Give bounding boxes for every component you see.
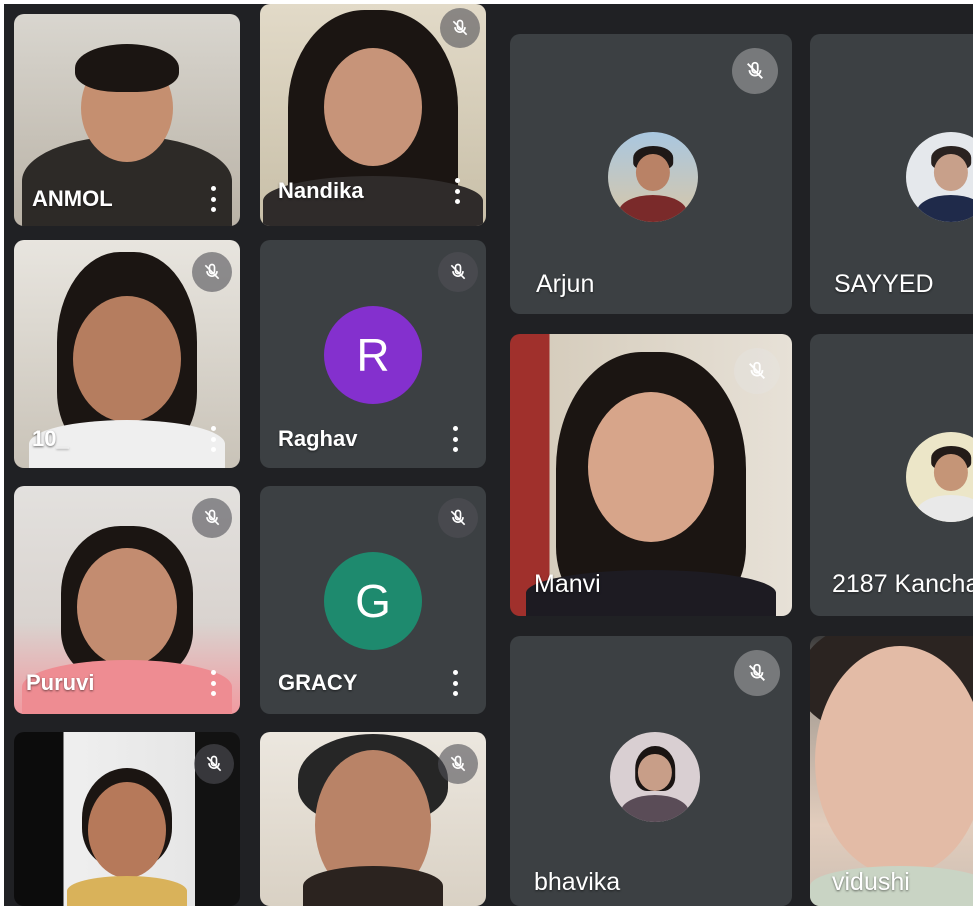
- participant-video: [810, 636, 973, 906]
- participant-tile-2187-kancha[interactable]: 2187 Kancha: [810, 334, 973, 616]
- more-vert-icon[interactable]: [208, 186, 218, 212]
- mic-off-icon: [438, 744, 478, 784]
- mic-off-icon: [438, 252, 478, 292]
- avatar: R: [324, 306, 422, 404]
- participant-name: Puruvi: [26, 670, 95, 695]
- participant-name: GRACY: [278, 670, 358, 695]
- participant-name: ANMOL: [32, 186, 113, 211]
- participant-tile-gracy[interactable]: G GRACY: [260, 486, 486, 714]
- more-vert-icon[interactable]: [450, 426, 460, 452]
- participant-name: SAYYED: [834, 270, 934, 298]
- mic-off-icon: [194, 744, 234, 784]
- avatar: G: [324, 552, 422, 650]
- participant-tile-bhavika[interactable]: bhavika: [510, 636, 792, 906]
- participant-tile-nandika[interactable]: Nandika: [260, 4, 486, 226]
- participant-name: 10_: [32, 426, 69, 451]
- more-vert-icon[interactable]: [208, 426, 218, 452]
- participant-tile-vidushi[interactable]: vidushi: [810, 636, 973, 906]
- mic-off-icon: [732, 48, 778, 94]
- participant-tile-10[interactable]: 10_: [14, 240, 240, 468]
- participant-name: Arjun: [536, 270, 595, 298]
- mic-off-icon: [192, 498, 232, 538]
- participant-tile-manvi[interactable]: Manvi: [510, 334, 792, 616]
- meeting-grid: ANMOL Nandika 10_ R Raghav Puruvi G GRAC…: [4, 4, 973, 906]
- participant-tile-arjun[interactable]: Arjun: [510, 34, 792, 314]
- avatar: [906, 132, 973, 222]
- participant-tile-unnamed-2[interactable]: [260, 732, 486, 906]
- more-vert-icon[interactable]: [450, 670, 460, 696]
- participant-name: bhavika: [534, 868, 621, 896]
- participant-name: vidushi: [832, 868, 910, 896]
- participant-tile-anmol[interactable]: ANMOL: [14, 14, 240, 226]
- participant-name: Nandika: [278, 178, 364, 203]
- avatar: [610, 732, 700, 822]
- participant-tile-puruvi[interactable]: Puruvi: [14, 486, 240, 714]
- avatar: [608, 132, 698, 222]
- participant-name: Raghav: [278, 426, 358, 451]
- participant-tile-unnamed-1[interactable]: [14, 732, 240, 906]
- participant-name: Manvi: [534, 570, 601, 598]
- mic-off-icon: [438, 498, 478, 538]
- participant-name: 2187 Kancha: [832, 570, 973, 598]
- mic-off-icon: [734, 348, 780, 394]
- participant-tile-raghav[interactable]: R Raghav: [260, 240, 486, 468]
- more-vert-icon[interactable]: [208, 670, 218, 696]
- participant-tile-sayyed[interactable]: SAYYED: [810, 34, 973, 314]
- mic-off-icon: [734, 650, 780, 696]
- mic-off-icon: [192, 252, 232, 292]
- avatar: [906, 432, 973, 522]
- mic-off-icon: [440, 8, 480, 48]
- more-vert-icon[interactable]: [452, 178, 462, 204]
